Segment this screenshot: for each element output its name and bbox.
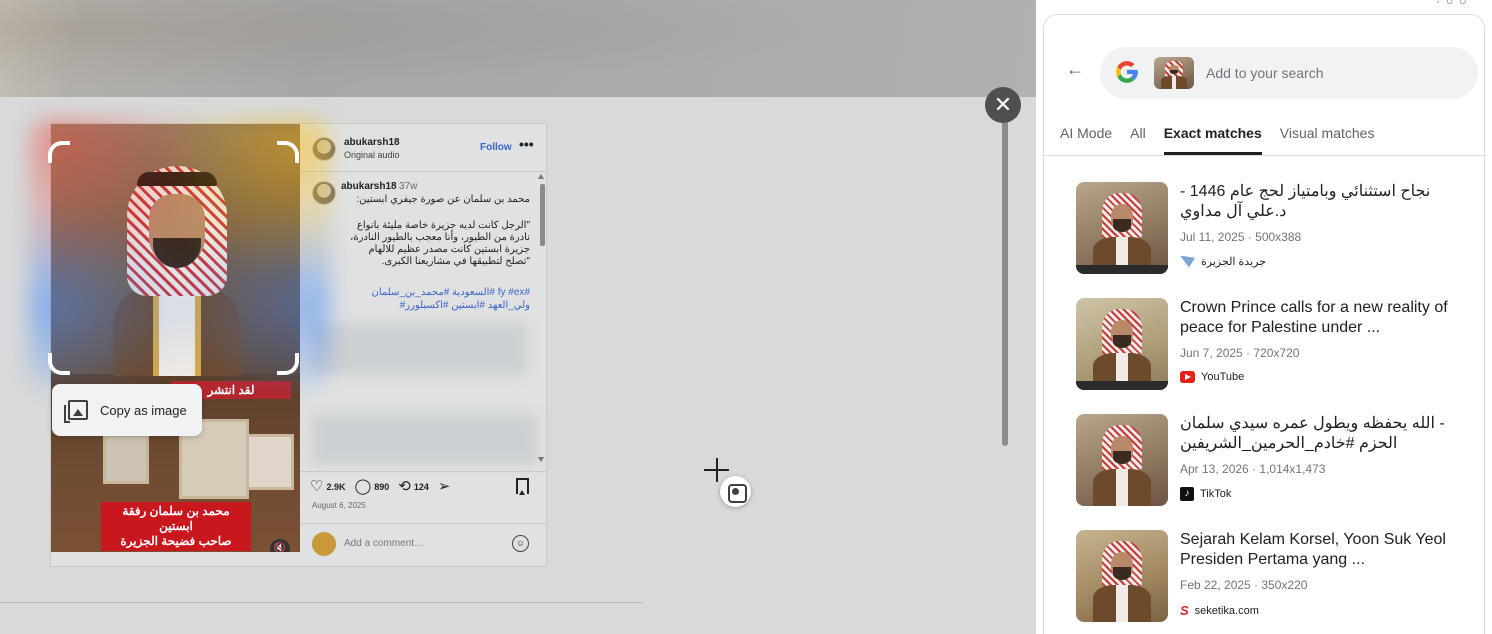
copy-as-image-button[interactable]: Copy as image	[52, 384, 202, 436]
tab-ai-mode[interactable]: AI Mode	[1060, 125, 1112, 155]
like-count: 2.9K	[326, 482, 346, 492]
hashtag-line[interactable]: ولي_العهد #ابستين #اكسبلورر#	[340, 299, 530, 312]
scroll-up-arrow-icon[interactable]	[538, 174, 544, 179]
repost-icon[interactable]: ⟲	[398, 478, 411, 496]
tiktok-icon: ♪	[1180, 487, 1194, 501]
result-source[interactable]: ♪ TikTok	[1180, 487, 1231, 501]
result-title[interactable]: نجاح استثنائي وبامتياز لحج عام 1446 - د.…	[1180, 182, 1462, 222]
result-meta: Feb 22, 2025 · 350x220	[1180, 578, 1308, 592]
result-title[interactable]: - الله يحفظه ويطول عمره سيدي سلمان الحزم…	[1180, 414, 1462, 454]
result-source-label: YouTube	[1201, 371, 1245, 383]
lens-search-icon[interactable]	[720, 476, 751, 507]
result-item[interactable]: Sejarah Kelam Korsel, Yoon Suk Yeol Pres…	[1076, 530, 1476, 626]
blurred-comment	[312, 414, 537, 464]
video-caption-line: صاحب فضيحة الجزيرة	[120, 534, 232, 548]
result-meta: Apr 13, 2026 · 1,014x1,473	[1180, 462, 1326, 476]
caption-first-line: محمد بن سلمان عن صورة جيفري ابستين:	[356, 194, 530, 205]
follow-button[interactable]: Follow	[480, 142, 512, 153]
result-source[interactable]: YouTube	[1180, 371, 1244, 383]
page-divider	[0, 602, 643, 603]
caption-quote: "الرجل كانت لديه جزيرة خاصة مليئة بانواع…	[350, 220, 530, 267]
tab-visual-matches[interactable]: Visual matches	[1280, 125, 1375, 155]
comments-scroll-thumb[interactable]	[540, 184, 545, 246]
result-meta: Jul 11, 2025 · 500x388	[1180, 230, 1302, 244]
tab-exact-matches[interactable]: Exact matches	[1163, 125, 1262, 155]
comment-bubble-icon[interactable]: ◯	[354, 478, 371, 496]
post-sidebar: abukarsh18 Original audio Follow ••• abu…	[300, 124, 547, 568]
result-thumbnail[interactable]	[1076, 298, 1168, 390]
bookmark-icon[interactable]	[516, 478, 529, 495]
caption-hashtags[interactable]: #fy #ex #السعودية #محمد_بن_سلمان ولي_الع…	[340, 286, 531, 312]
result-source-label: جريدة الجزيرة	[1201, 256, 1266, 268]
tabs-divider	[1044, 155, 1486, 156]
emoji-icon[interactable]: ☺	[512, 535, 529, 552]
youtube-icon	[1180, 371, 1195, 383]
hashtag-line[interactable]: #fy #ex #السعودية #محمد_بن_سلمان	[340, 286, 531, 299]
google-logo-icon	[1116, 61, 1138, 83]
seketika-icon: S	[1180, 603, 1189, 618]
post-actions: ♡ 2.9K ◯ 890 ⟲ 124 ➢	[310, 478, 453, 496]
page-scrollbar[interactable]	[1002, 118, 1008, 446]
add-to-search-input[interactable]: Add to your search	[1206, 65, 1324, 81]
lens-results-card: ← Add to your search AI Mode All Exact m…	[1043, 14, 1486, 634]
add-comment-input[interactable]: Add a comment…	[344, 538, 424, 549]
mute-icon[interactable]: 🔇	[270, 539, 290, 552]
result-title[interactable]: Sejarah Kelam Korsel, Yoon Suk Yeol Pres…	[1180, 530, 1462, 570]
result-title[interactable]: Crown Prince calls for a new reality of …	[1180, 298, 1462, 338]
video-caption-line: محمد بن سلمان رفقة ابستين	[122, 504, 230, 533]
tab-all[interactable]: All	[1130, 125, 1146, 155]
result-thumbnail[interactable]	[1076, 414, 1168, 506]
repost-count: 124	[413, 482, 429, 492]
result-meta: Jun 7, 2025 · 720x720	[1180, 346, 1300, 360]
image-copy-icon	[64, 400, 88, 423]
result-item[interactable]: Crown Prince calls for a new reality of …	[1076, 298, 1476, 394]
audio-label[interactable]: Original audio	[344, 150, 400, 160]
viewer-avatar	[312, 532, 336, 556]
divider	[300, 471, 547, 472]
author-username[interactable]: abukarsh18	[344, 137, 400, 148]
dimmed-page: لقد انتشر محمد بن سلمان رفقة ابستين صاحب…	[0, 0, 1036, 634]
lens-tabs: AI Mode All Exact matches Visual matches	[1060, 125, 1392, 155]
scroll-down-arrow-icon[interactable]	[538, 457, 544, 462]
search-image-thumbnail[interactable]	[1154, 57, 1194, 89]
video-caption: محمد بن سلمان رفقة ابستين صاحب فضيحة الج…	[101, 502, 251, 551]
blurred-page-header	[0, 0, 1036, 97]
lens-side-panel: ·○○ ← Add to your search AI Mode All Exa…	[1036, 0, 1492, 634]
result-source-label: seketika.com	[1194, 604, 1259, 617]
selection-handle-top-left[interactable]	[48, 141, 70, 163]
divider	[300, 523, 547, 524]
post-date: August 6, 2025	[312, 501, 366, 510]
copy-as-image-label: Copy as image	[100, 402, 187, 418]
result-item[interactable]: نجاح استثنائي وبامتياز لحج عام 1446 - د.…	[1076, 182, 1476, 278]
result-source-label: TikTok	[1200, 488, 1232, 500]
more-options-icon[interactable]: •••	[519, 136, 534, 152]
result-thumbnail[interactable]	[1076, 530, 1168, 622]
photo-frame	[103, 434, 149, 484]
crosshair-cursor-icon	[704, 469, 729, 471]
like-heart-icon[interactable]: ♡	[310, 478, 323, 496]
lens-search-box[interactable]: Add to your search	[1100, 47, 1478, 99]
result-source[interactable]: جريدة الجزيرة	[1180, 255, 1266, 268]
comment-count: 890	[374, 482, 390, 492]
caption-time: 37w	[399, 181, 418, 192]
blurred-comment	[312, 324, 527, 374]
back-arrow-icon[interactable]: ←	[1066, 59, 1086, 79]
divider	[300, 171, 547, 172]
caption-username[interactable]: abukarsh18	[341, 181, 397, 192]
close-overlay-button[interactable]: ✕	[985, 87, 1021, 123]
share-send-icon[interactable]: ➢	[438, 478, 451, 496]
photo-frame	[246, 434, 294, 490]
al-jazirah-icon	[1180, 255, 1195, 268]
panel-window-controls-icon[interactable]: ·○○	[1436, 0, 1473, 8]
result-item[interactable]: - الله يحفظه ويطول عمره سيدي سلمان الحزم…	[1076, 414, 1476, 510]
result-source[interactable]: S seketika.com	[1180, 603, 1259, 618]
result-thumbnail[interactable]	[1076, 182, 1168, 274]
